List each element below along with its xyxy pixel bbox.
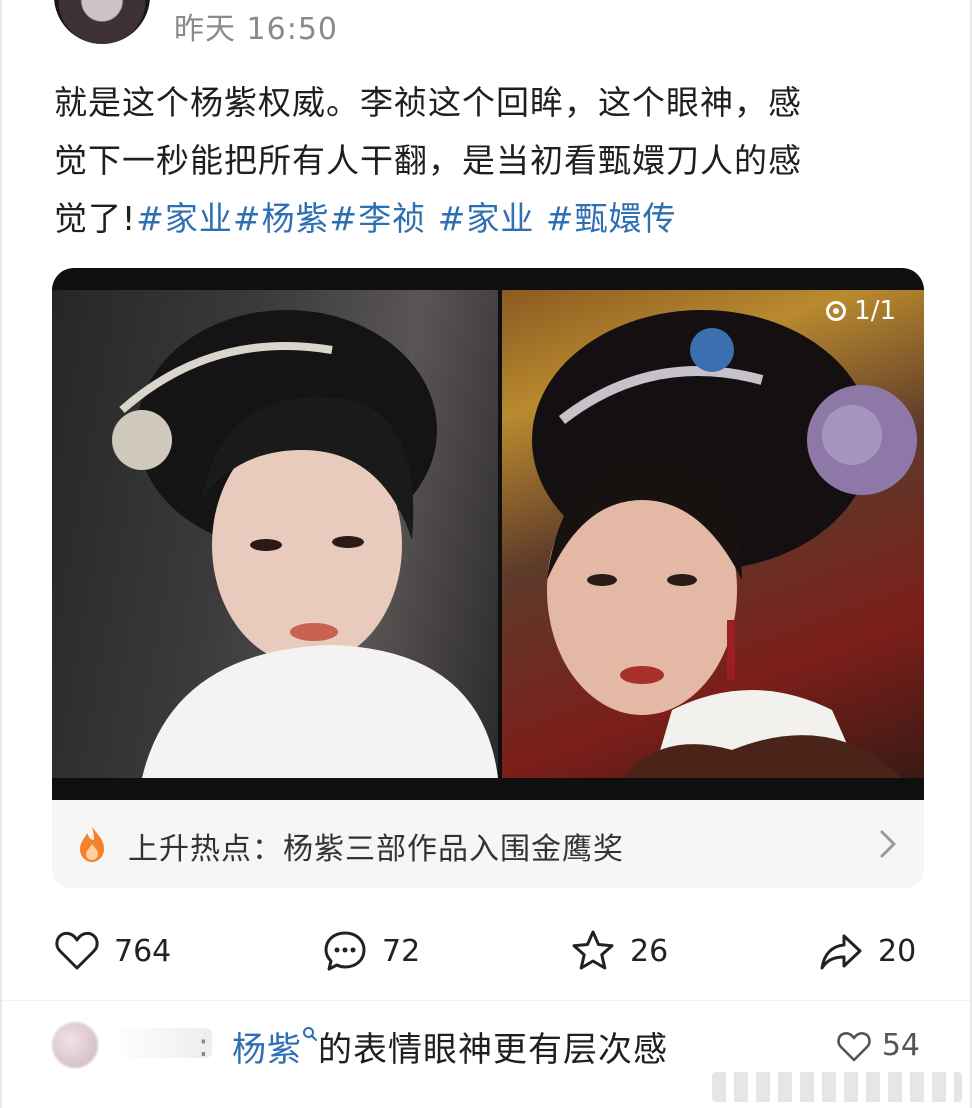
favorite-count: 26 xyxy=(630,933,669,969)
comment-avatar[interactable] xyxy=(52,1022,98,1068)
comment-author-redacted[interactable] xyxy=(112,1028,212,1058)
avatar[interactable] xyxy=(54,0,150,44)
post-timestamp: 昨天 16:50 xyxy=(174,12,338,47)
photo-right xyxy=(502,290,924,778)
post-text: 就是这个杨紫权威。李祯这个回眸，这个眼神，感 觉下一秒能把所有人干翻，是当初看甄… xyxy=(54,74,914,248)
chevron-right-icon xyxy=(880,830,896,858)
star-icon xyxy=(572,930,614,970)
comment-body: 的表情眼神更有层次感 xyxy=(318,1030,668,1070)
comment-icon xyxy=(324,931,366,971)
comment-like-count: 54 xyxy=(881,1028,920,1063)
portrait-right-illustration xyxy=(532,310,917,778)
hashtag-jiaye-2[interactable]: #家业 xyxy=(438,199,546,238)
comment-colon: : xyxy=(198,1026,209,1064)
heart-icon xyxy=(55,931,99,970)
post-text-line-2: 觉下一秒能把所有人干翻，是当初看甄嬛刀人的感 xyxy=(54,141,802,180)
comment-count: 72 xyxy=(382,933,421,969)
hashtag-lizhen[interactable]: #李祯 xyxy=(330,199,438,238)
comment-button[interactable]: 72 xyxy=(322,926,420,976)
comment-text: 杨紫 的表情眼神更有层次感 xyxy=(232,1022,668,1071)
comment-mention[interactable]: 杨紫 xyxy=(232,1027,318,1070)
post-text-line-3: 觉了!#家业#杨紫#李祯 #家业 #甄嬛传 xyxy=(54,190,914,248)
like-button[interactable]: 764 xyxy=(54,926,171,976)
image-counter: 1/1 xyxy=(826,296,896,326)
trending-topic-bar[interactable]: 上升热点：杨紫三部作品入围金鹰奖 xyxy=(52,800,924,888)
heart-icon xyxy=(837,1031,871,1061)
share-count: 20 xyxy=(878,933,917,969)
post-text-line-1: 就是这个杨紫权威。李祯这个回眸，这个眼神，感 xyxy=(54,83,802,122)
watermark xyxy=(712,1072,962,1102)
divider xyxy=(2,1000,972,1001)
flame-icon xyxy=(80,826,104,862)
trending-topic-text: 上升热点：杨紫三部作品入围金鹰奖 xyxy=(128,832,624,867)
portrait-left-illustration xyxy=(112,310,498,778)
hashtag-yangzi[interactable]: #杨紫 xyxy=(233,199,330,238)
post-text-line-3-plain: 觉了! xyxy=(54,199,137,238)
photo-left xyxy=(52,290,498,778)
image-counter-text: 1/1 xyxy=(854,296,896,326)
comment-mention-text: 杨紫 xyxy=(232,1030,302,1070)
comment-like-button[interactable]: 54 xyxy=(836,1028,920,1063)
hashtag-zhenhuanzhuan[interactable]: #甄嬛传 xyxy=(546,199,677,238)
like-count: 764 xyxy=(114,933,172,969)
post-image[interactable]: 1/1 xyxy=(52,268,924,800)
share-button[interactable]: 20 xyxy=(818,926,916,976)
weibo-post: 昨天 16:50 就是这个杨紫权威。李祯这个回眸，这个眼神，感 觉下一秒能把所有… xyxy=(0,0,972,1108)
image-count-icon xyxy=(826,301,847,321)
share-icon xyxy=(820,934,862,970)
favorite-button[interactable]: 26 xyxy=(570,926,668,976)
hashtag-jiaye[interactable]: #家业 xyxy=(136,199,233,238)
search-icon xyxy=(303,1027,317,1041)
